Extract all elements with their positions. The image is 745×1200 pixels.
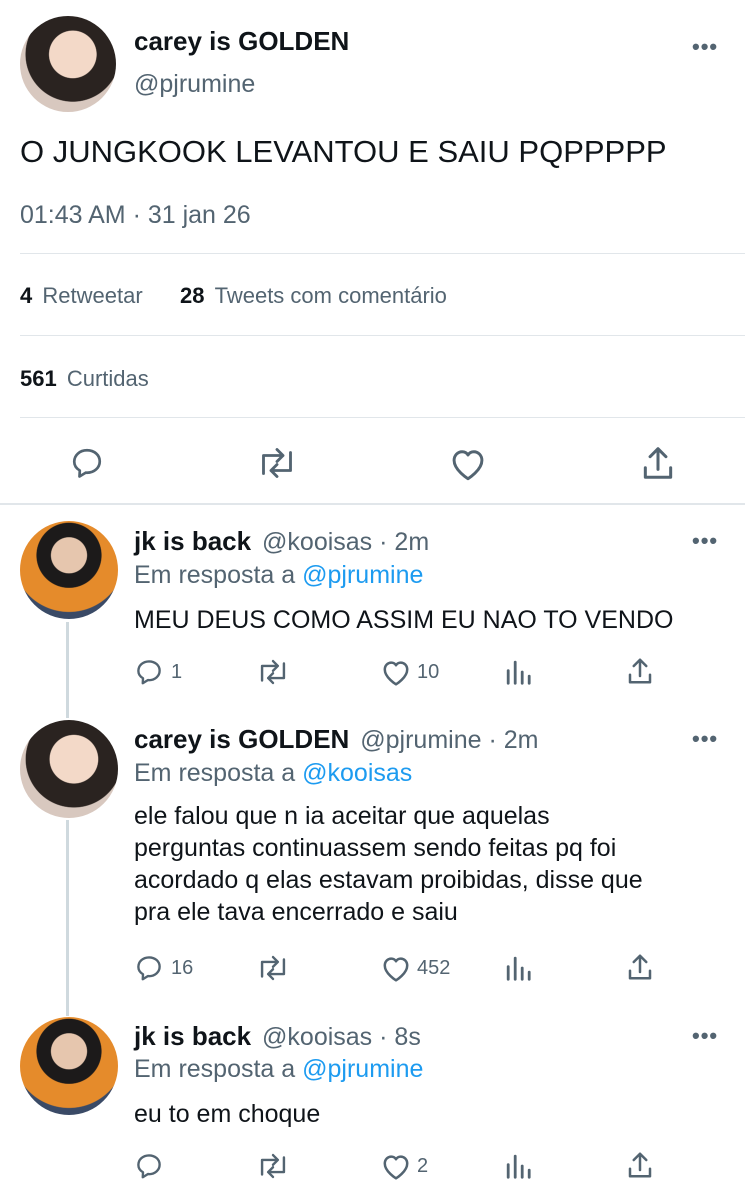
section-divider bbox=[0, 503, 745, 505]
divider bbox=[20, 253, 745, 254]
retweet-label: Retweetar bbox=[42, 283, 143, 308]
thread-line bbox=[66, 820, 69, 1016]
divider bbox=[20, 417, 745, 418]
analytics-icon[interactable] bbox=[504, 658, 532, 686]
handle[interactable]: @pjrumine bbox=[134, 70, 255, 99]
thread-line bbox=[66, 622, 69, 718]
reply-icon[interactable] bbox=[134, 1151, 164, 1181]
quote-count: 28 bbox=[180, 283, 205, 308]
reply-context: Em resposta a @pjrumine bbox=[134, 561, 423, 590]
reply-context: Em resposta a @pjrumine bbox=[134, 1055, 423, 1084]
share-icon[interactable] bbox=[626, 1150, 654, 1180]
reply-text-line: perguntas continuassem sendo feitas pq f… bbox=[134, 834, 617, 862]
reply-header: carey is GOLDEN @pjrumine · 2m bbox=[134, 724, 538, 755]
reply-context-label: Em resposta a bbox=[134, 561, 296, 589]
reply-time[interactable]: · 2m bbox=[488, 726, 538, 754]
reply-context-label: Em resposta a bbox=[134, 1055, 296, 1083]
display-name[interactable]: jk is back bbox=[134, 1021, 251, 1051]
more-options-icon[interactable]: ••• bbox=[692, 34, 718, 60]
retweet-icon[interactable] bbox=[256, 1152, 290, 1180]
reply-context-label: Em resposta a bbox=[134, 759, 296, 787]
retweet-icon[interactable] bbox=[256, 954, 290, 982]
share-icon[interactable] bbox=[626, 952, 654, 982]
avatar[interactable] bbox=[20, 521, 118, 619]
share-icon[interactable] bbox=[640, 444, 676, 482]
handle[interactable]: @pjrumine bbox=[360, 726, 481, 754]
avatar[interactable] bbox=[20, 16, 116, 112]
reply-text: ele falou que n ia aceitar que aquelas p… bbox=[134, 800, 643, 928]
like-label: Curtidas bbox=[66, 366, 149, 391]
reply-count: 16 bbox=[171, 957, 194, 979]
reply-header: jk is back @kooisas · 2m bbox=[134, 526, 429, 557]
display-name[interactable]: jk is back bbox=[134, 526, 251, 556]
retweet-stats[interactable]: 4 Retweetar bbox=[20, 283, 143, 309]
like-icon[interactable] bbox=[380, 954, 412, 983]
more-options-icon[interactable]: ••• bbox=[692, 528, 718, 554]
avatar[interactable] bbox=[20, 1017, 118, 1115]
retweet-icon[interactable] bbox=[256, 446, 298, 480]
reply-to-handle[interactable]: @kooisas bbox=[302, 759, 412, 787]
reply-to-handle[interactable]: @pjrumine bbox=[302, 561, 423, 589]
reply-to-handle[interactable]: @pjrumine bbox=[302, 1055, 423, 1083]
reply-text-line: acordado q elas estavam proibidas, disse… bbox=[134, 866, 643, 894]
retweet-count: 4 bbox=[20, 283, 33, 308]
reply-time[interactable]: · 2m bbox=[379, 528, 429, 556]
reply-text-line: eu to em choque bbox=[134, 1100, 321, 1128]
handle[interactable]: @kooisas bbox=[262, 528, 372, 556]
like-count: 452 bbox=[417, 957, 451, 979]
tweet-text: O JUNGKOOK LEVANTOU E SAIU PQPPPPP bbox=[20, 134, 667, 169]
reply-icon[interactable] bbox=[68, 445, 106, 481]
display-name[interactable]: carey is GOLDEN bbox=[134, 26, 349, 57]
analytics-icon[interactable] bbox=[504, 1152, 532, 1180]
reply-header: jk is back @kooisas · 8s bbox=[134, 1021, 421, 1052]
avatar[interactable] bbox=[20, 720, 118, 818]
more-options-icon[interactable]: ••• bbox=[692, 1023, 718, 1049]
reply-text: MEU DEUS COMO ASSIM EU NAO TO VENDO bbox=[134, 603, 673, 637]
handle[interactable]: @kooisas bbox=[262, 1023, 372, 1051]
like-count: 2 bbox=[417, 1155, 429, 1177]
quote-label: Tweets com comentário bbox=[214, 283, 447, 308]
like-count: 10 bbox=[417, 661, 440, 683]
display-name[interactable]: carey is GOLDEN bbox=[134, 724, 349, 754]
like-icon[interactable] bbox=[380, 1152, 412, 1181]
reply-icon[interactable] bbox=[134, 953, 164, 983]
tweet-timestamp[interactable]: 01:43 AM · 31 jan 26 bbox=[20, 201, 251, 230]
reply-context: Em resposta a @kooisas bbox=[134, 759, 412, 788]
reply-text: eu to em choque bbox=[134, 1097, 320, 1131]
like-stats[interactable]: 561 Curtidas bbox=[20, 366, 149, 392]
quote-stats[interactable]: 28 Tweets com comentário bbox=[180, 283, 447, 309]
more-options-icon[interactable]: ••• bbox=[692, 726, 718, 752]
reply-text-line: MEU DEUS COMO ASSIM EU NAO TO VENDO bbox=[134, 606, 674, 634]
like-icon[interactable] bbox=[448, 446, 488, 482]
share-icon[interactable] bbox=[626, 656, 654, 686]
reply-icon[interactable] bbox=[134, 657, 164, 687]
divider bbox=[20, 335, 745, 336]
reply-time[interactable]: · 8s bbox=[379, 1023, 421, 1051]
reply-text-line: ele falou que n ia aceitar que aquelas bbox=[134, 802, 550, 830]
like-count: 561 bbox=[20, 366, 57, 391]
like-icon[interactable] bbox=[380, 658, 412, 687]
reply-count: 1 bbox=[171, 661, 183, 683]
retweet-icon[interactable] bbox=[256, 658, 290, 686]
analytics-icon[interactable] bbox=[504, 954, 532, 982]
reply-text-line: pra ele tava encerrado e saiu bbox=[134, 898, 458, 926]
